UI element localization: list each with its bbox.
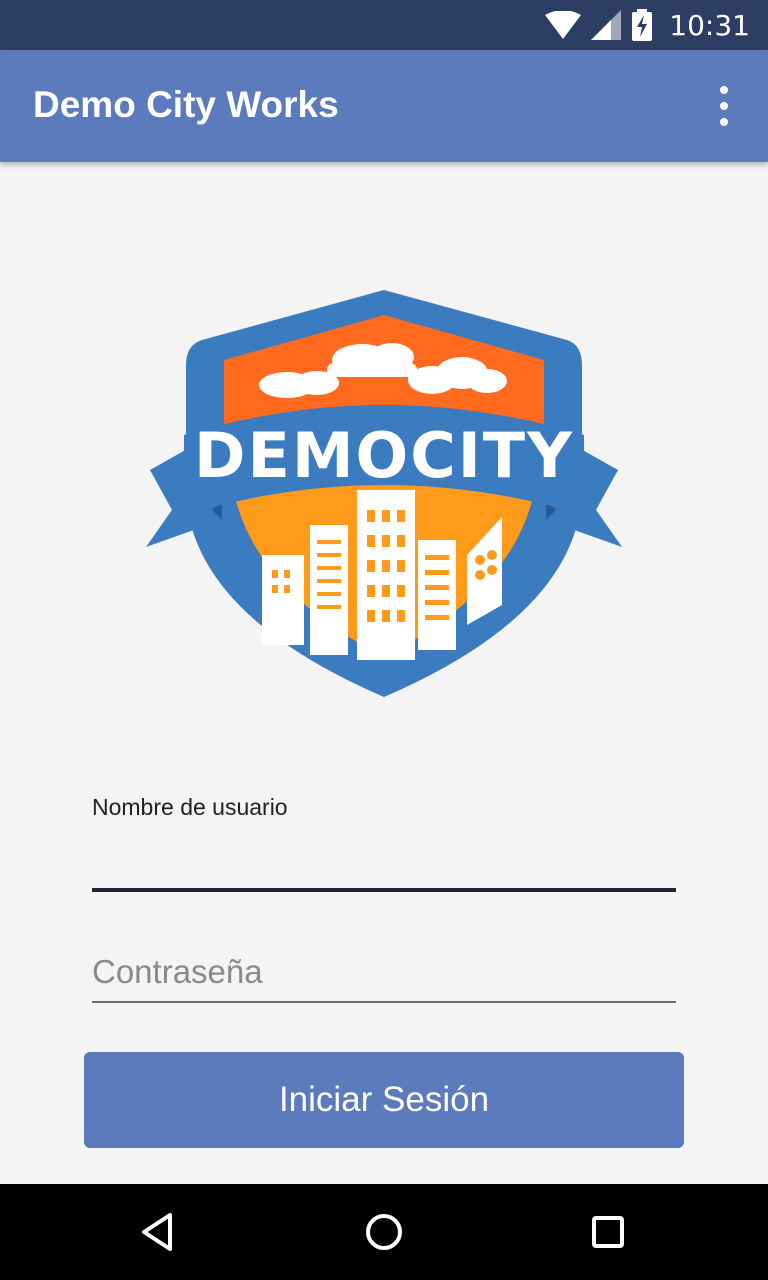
- status-time: 10:31: [669, 8, 750, 42]
- wifi-icon: [545, 11, 582, 39]
- more-vert-icon[interactable]: [708, 86, 740, 126]
- home-icon[interactable]: [360, 1208, 408, 1256]
- status-bar: 10:31: [0, 0, 768, 50]
- password-input[interactable]: [92, 944, 676, 1000]
- login-button[interactable]: Iniciar Sesión: [84, 1052, 684, 1148]
- password-underline: [92, 1001, 676, 1003]
- democity-logo: DEMOCITY: [146, 290, 622, 697]
- back-icon[interactable]: [136, 1208, 184, 1256]
- recents-icon[interactable]: [584, 1208, 632, 1256]
- navigation-bar: [0, 1184, 768, 1280]
- logo-text: DEMOCITY: [194, 419, 574, 492]
- app-title: Demo City Works: [33, 84, 339, 125]
- cell-signal-icon: [591, 10, 622, 40]
- app-bar: Demo City Works: [0, 50, 768, 162]
- battery-charging-icon: [632, 9, 653, 41]
- status-icons: 10:31: [545, 8, 750, 42]
- username-label: Nombre de usuario: [92, 794, 288, 820]
- username-underline: [92, 888, 676, 892]
- username-input[interactable]: [92, 828, 676, 888]
